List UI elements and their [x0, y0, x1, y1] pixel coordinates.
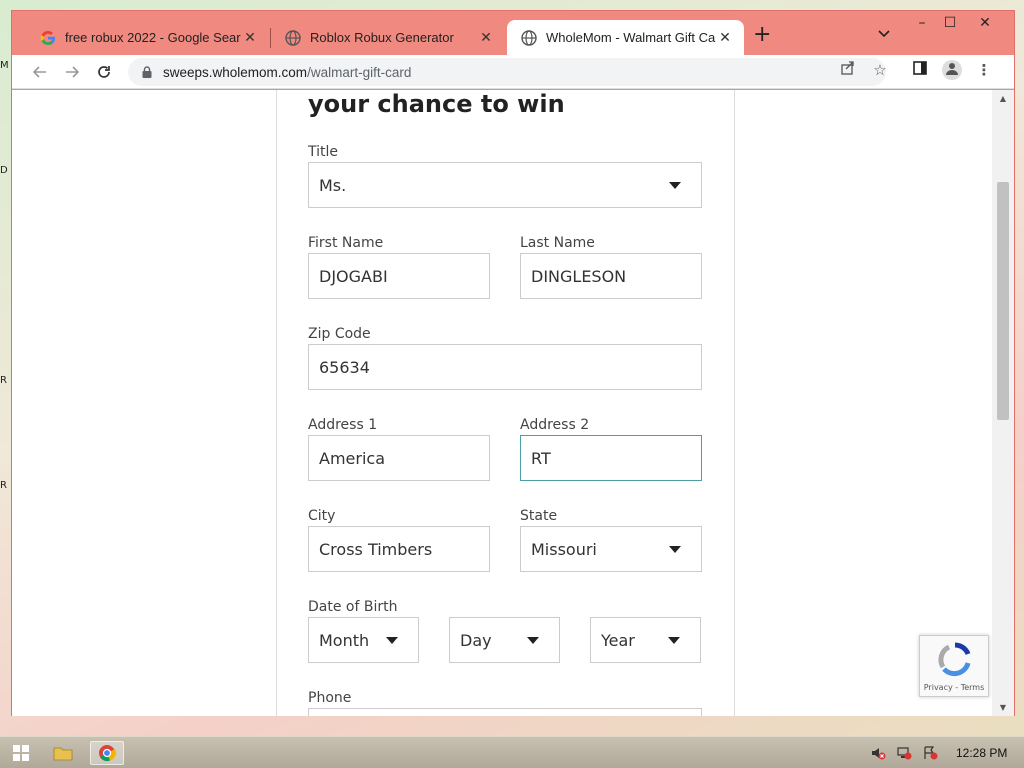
zip-label: Zip Code	[308, 326, 371, 342]
taskbar-clock[interactable]: 12:28 PM	[956, 746, 1007, 760]
recaptcha-badge[interactable]: Privacy - Terms	[919, 635, 989, 697]
address2-value: RT	[531, 448, 551, 468]
entry-form: your chance to win Title Ms. First Name …	[276, 90, 735, 716]
url-text: sweeps.wholemom.com/walmart-gift-card	[163, 65, 411, 80]
back-button[interactable]	[28, 60, 52, 84]
taskbar: 12:28 PM	[0, 736, 1024, 768]
browser-window: free robux 2022 - Google Search ✕ Roblox…	[11, 10, 1015, 716]
title-label: Title	[308, 144, 339, 160]
caret-down-icon	[668, 637, 680, 644]
lock-icon	[142, 66, 152, 78]
reload-button[interactable]	[92, 60, 116, 84]
state-value: Missouri	[531, 539, 597, 559]
tab-label: WholeMom - Walmart Gift Card	[546, 30, 716, 45]
share-icon[interactable]	[838, 60, 858, 80]
address-bar[interactable]: sweeps.wholemom.com/walmart-gift-card	[128, 58, 886, 86]
new-tab-button[interactable]: +	[753, 24, 771, 46]
tab-robux-generator[interactable]: Roblox Robux Generator ✕	[271, 20, 505, 55]
caret-down-icon	[669, 546, 681, 553]
close-icon[interactable]: ✕	[241, 30, 259, 46]
address2-input[interactable]: RT	[520, 435, 702, 481]
close-window-button[interactable]: ✕	[968, 11, 1002, 37]
tab-walmart-gift-card[interactable]: WholeMom - Walmart Gift Card ✕	[507, 20, 744, 55]
desktop-label-1: M	[0, 60, 9, 71]
recaptcha-logo-icon	[938, 642, 971, 677]
dob-day-select[interactable]: Day	[449, 617, 560, 663]
volume-muted-icon[interactable]	[866, 741, 890, 765]
forward-button[interactable]	[60, 60, 84, 84]
globe-icon	[285, 29, 301, 46]
windows-start-icon[interactable]	[4, 741, 38, 765]
tab-google-search[interactable]: free robux 2022 - Google Search ✕	[26, 20, 269, 55]
zip-input[interactable]: 65634	[308, 344, 702, 390]
url-host: sweeps.wholemom.com	[163, 64, 308, 80]
last-name-value: DINGLESON	[531, 266, 627, 286]
desktop-label-2: D	[0, 165, 8, 176]
flag-alert-icon[interactable]	[918, 741, 942, 765]
network-icon[interactable]	[892, 741, 916, 765]
last-name-label: Last Name	[520, 235, 595, 251]
state-select[interactable]: Missouri	[520, 526, 702, 572]
side-panel-icon[interactable]	[910, 60, 930, 80]
dob-month-select[interactable]: Month	[308, 617, 419, 663]
dob-year-value: Year	[601, 630, 635, 650]
caret-down-icon	[386, 637, 398, 644]
address1-label: Address 1	[308, 417, 378, 433]
browser-toolbar: sweeps.wholemom.com/walmart-gift-card ☆ …	[12, 55, 1014, 89]
first-name-label: First Name	[308, 235, 384, 251]
city-input[interactable]: Cross Timbers	[308, 526, 490, 572]
caret-down-icon	[527, 637, 539, 644]
first-name-input[interactable]: DJOGABI	[308, 253, 490, 299]
first-name-value: DJOGABI	[319, 266, 388, 286]
globe-icon	[521, 29, 537, 46]
chevron-down-icon[interactable]	[878, 27, 890, 41]
page-viewport: your chance to win Title Ms. First Name …	[12, 90, 992, 716]
zip-value: 65634	[319, 357, 370, 377]
title-value: Ms.	[319, 175, 347, 195]
last-name-input[interactable]: DINGLESON	[520, 253, 702, 299]
maximize-button[interactable]: ☐	[933, 11, 967, 37]
caret-down-icon	[669, 182, 681, 189]
tab-label: Roblox Robux Generator	[310, 30, 454, 45]
address2-label: Address 2	[520, 417, 590, 433]
dob-day-value: Day	[460, 630, 492, 650]
dob-month-value: Month	[319, 630, 370, 650]
close-icon[interactable]: ✕	[477, 30, 495, 46]
dob-label: Date of Birth	[308, 599, 398, 615]
scroll-down-icon[interactable]: ▼	[992, 703, 1014, 712]
desktop-label-3: R	[0, 375, 7, 386]
form-heading: your chance to win	[308, 90, 565, 118]
scroll-thumb[interactable]	[997, 182, 1009, 420]
url-path: /walmart-gift-card	[307, 64, 412, 80]
city-value: Cross Timbers	[319, 539, 433, 559]
state-label: State	[520, 508, 558, 524]
google-icon	[40, 30, 56, 46]
scroll-up-icon[interactable]: ▲	[992, 94, 1014, 103]
profile-avatar-icon[interactable]	[942, 60, 962, 80]
title-select[interactable]: Ms.	[308, 162, 702, 208]
address1-input[interactable]: America	[308, 435, 490, 481]
phone-label: Phone	[308, 690, 352, 706]
chrome-taskbar-icon[interactable]	[90, 741, 124, 765]
recaptcha-text[interactable]: Privacy - Terms	[920, 683, 988, 692]
tab-label: free robux 2022 - Google Search	[65, 30, 241, 45]
close-icon[interactable]: ✕	[716, 30, 734, 46]
tab-strip: free robux 2022 - Google Search ✕ Roblox…	[12, 11, 1014, 55]
dob-year-select[interactable]: Year	[590, 617, 701, 663]
city-label: City	[308, 508, 336, 524]
star-icon[interactable]: ☆	[870, 60, 890, 80]
desktop-label-4: R	[0, 480, 7, 491]
address1-value: America	[319, 448, 385, 468]
page-scrollbar[interactable]: ▲ ▼	[992, 90, 1014, 716]
file-explorer-icon[interactable]	[46, 741, 80, 765]
menu-kebab-icon[interactable]: ⋮	[974, 60, 994, 80]
phone-input[interactable]	[308, 708, 702, 716]
